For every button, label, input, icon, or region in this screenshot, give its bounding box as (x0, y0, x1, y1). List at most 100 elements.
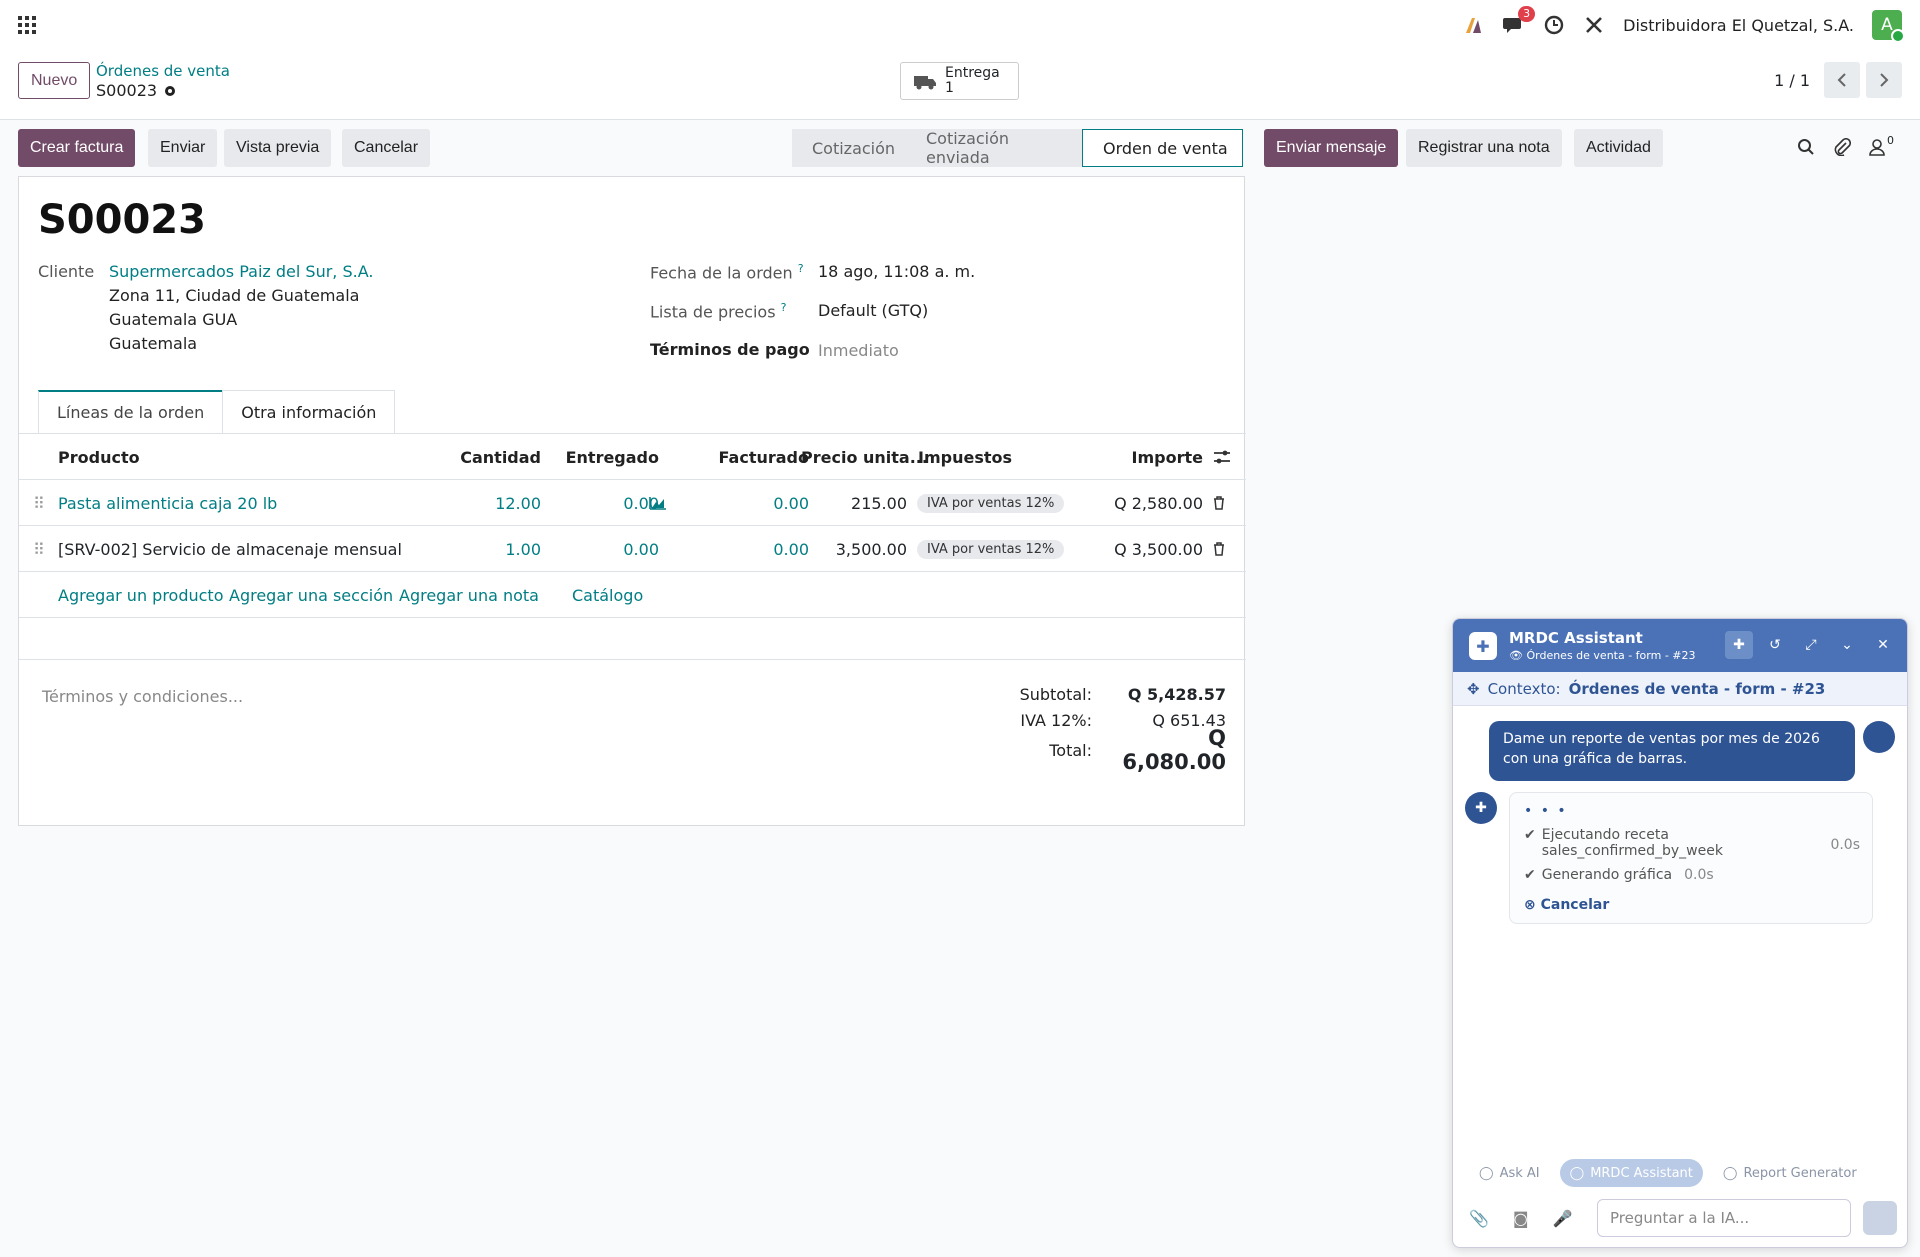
stage-sale-order[interactable]: Orden de venta (1082, 129, 1243, 167)
pager-value[interactable]: 1 / 1 (1774, 71, 1810, 90)
delivery-smart-button[interactable]: Entrega 1 (900, 62, 1019, 100)
chat-bubble-icon: ◯ (1479, 1165, 1494, 1181)
mode-mrdc-assistant[interactable]: ◯ MRDC Assistant (1559, 1159, 1703, 1187)
chat-bubble-icon: ◯ (1722, 1165, 1738, 1181)
trash-icon[interactable] (1213, 480, 1225, 526)
check-icon: ✔ (1524, 867, 1536, 883)
terms-conditions-field[interactable]: Términos y condiciones... (42, 687, 243, 706)
user-avatar[interactable]: A (1872, 10, 1905, 43)
paperclip-icon[interactable] (1833, 138, 1851, 156)
pager-previous-icon[interactable] (1824, 62, 1860, 98)
cancel-order-button[interactable]: Cancelar (342, 129, 431, 167)
form-sheet: S00023 Cliente Supermercados Paiz del Su… (18, 176, 1246, 826)
search-icon[interactable] (1797, 138, 1815, 156)
messages-icon[interactable]: 3 (1503, 6, 1536, 36)
address-line-3: Guatemala (109, 334, 198, 353)
col-product[interactable]: Producto (58, 434, 140, 480)
col-delivered[interactable]: Entregado (541, 434, 659, 480)
totals-panel: Subtotal: Q 5,428.57 IVA 12%: Q 651.43 Tot… (1002, 681, 1226, 775)
assistant-logo-icon: ✚ (1469, 632, 1497, 660)
typing-dots-icon: • • • (1524, 803, 1568, 819)
camera-icon[interactable]: ◙ (1513, 1209, 1529, 1228)
record-name: S00023 (96, 81, 158, 100)
payment-terms-label: Términos de pago (650, 340, 810, 359)
col-invoiced[interactable]: Facturado (679, 434, 809, 480)
history-icon[interactable]: ↺ (1761, 631, 1789, 659)
minimize-icon[interactable]: ⌄ (1833, 631, 1861, 659)
company-name[interactable]: Distribuidora El Quetzal, S.A. (1623, 16, 1854, 35)
followers-button[interactable]: 0 (1869, 134, 1894, 156)
line-quantity[interactable]: 12.00 (399, 480, 541, 526)
chat-input[interactable]: Preguntar a la IA... (1597, 1199, 1851, 1237)
line-product[interactable]: [SRV-002] Servicio de almacenaje mensual (58, 526, 402, 572)
close-icon[interactable]: ✕ (1869, 631, 1897, 659)
table-row[interactable]: ⠿ Pasta alimenticia caja 20 lb 12.00 0.0… (19, 480, 1246, 526)
col-taxes[interactable]: Impuestos (918, 434, 1012, 480)
tax-tag[interactable]: IVA por ventas 12% (917, 539, 1065, 559)
gear-icon[interactable] (163, 84, 177, 98)
apps-menu-icon[interactable] (18, 16, 36, 34)
pager-next-icon[interactable] (1866, 62, 1902, 98)
tab-order-lines[interactable]: Líneas de la orden (38, 390, 224, 434)
breadcrumb-current: S00023 (96, 81, 177, 100)
followers-count: 0 (1887, 134, 1894, 147)
microphone-icon[interactable]: 🎤 (1552, 1209, 1572, 1228)
send-spinner-icon[interactable] (1863, 1201, 1897, 1235)
add-product-link[interactable]: Agregar un producto (58, 572, 224, 618)
create-invoice-button[interactable]: Crear factura (18, 129, 136, 167)
col-quantity[interactable]: Cantidad (399, 434, 541, 480)
control-panel: Nuevo Órdenes de venta S00023 Entrega 1 1… (0, 50, 1920, 120)
line-unit-price[interactable]: 215.00 (779, 480, 907, 526)
stage-quotation-sent[interactable]: Cotización enviada (906, 129, 1082, 167)
drag-handle-icon[interactable]: ⠿ (33, 526, 45, 572)
table-header: Producto Cantidad Entregado Facturado Pr… (19, 434, 1246, 480)
messages-badge: 3 (1518, 6, 1536, 22)
order-date-value[interactable]: 18 ago, 11:08 a. m. (818, 262, 975, 281)
chat-bubble-icon: ◯ (1569, 1165, 1585, 1181)
col-amount[interactable]: Importe (1079, 434, 1203, 480)
new-chat-icon[interactable]: ✚ (1725, 631, 1753, 659)
tab-other-info[interactable]: Otra información (222, 390, 396, 434)
tax-tag[interactable]: IVA por ventas 12% (917, 493, 1065, 513)
mode-report-generator[interactable]: ◯ Report Generator (1713, 1159, 1867, 1187)
customer-link[interactable]: Supermercados Paiz del Sur, S.A. (109, 262, 373, 281)
line-quantity[interactable]: 1.00 (399, 526, 541, 572)
table-row[interactable]: ⠿ [SRV-002] Servicio de almacenaje mensu… (19, 526, 1246, 572)
subtotal-value: Q 5,428.57 (1127, 684, 1226, 704)
new-button[interactable]: Nuevo (18, 62, 91, 99)
pricelist-value[interactable]: Default (GTQ) (818, 301, 928, 320)
optional-columns-icon[interactable] (1213, 434, 1231, 480)
add-note-link[interactable]: Agregar una nota (399, 572, 539, 618)
send-message-button[interactable]: Enviar mensaje (1264, 129, 1399, 167)
pricelist-label: Lista de precios ? (650, 301, 787, 322)
drag-handle-icon[interactable]: ⠿ (33, 480, 45, 526)
catalog-link[interactable]: Catálogo (572, 572, 643, 618)
trash-icon[interactable] (1213, 526, 1225, 572)
add-section-link[interactable]: Agregar una sección (229, 572, 393, 618)
line-unit-price[interactable]: 3,500.00 (779, 526, 907, 572)
line-delivered[interactable]: 0.00 (541, 480, 659, 526)
step-run-recipe-time: 0.0s (1830, 837, 1860, 853)
user-message-bubble: Dame un reporte de ventas por mes de 202… (1489, 721, 1855, 781)
col-unit-price[interactable]: Precio unita... (801, 434, 928, 480)
navbar-systray: 3 Distribuidora El Quetzal, S.A. A (1463, 6, 1905, 43)
attach-icon[interactable]: 📎 (1469, 1209, 1489, 1228)
send-button[interactable]: Enviar (148, 129, 218, 167)
tools-icon[interactable] (1583, 14, 1605, 36)
payment-terms-value[interactable]: Inmediato (818, 341, 899, 360)
cancel-generation-button[interactable]: ⊗ Cancelar (1524, 897, 1609, 913)
breadcrumb-sale-orders[interactable]: Órdenes de venta (96, 62, 230, 80)
stage-quotation[interactable]: Cotización (792, 129, 906, 167)
expand-icon[interactable]: ⤢ (1797, 631, 1825, 659)
log-note-button[interactable]: Registrar una nota (1406, 129, 1562, 167)
forecast-chart-icon[interactable] (649, 480, 667, 526)
clock-icon[interactable] (1543, 14, 1565, 36)
ai-logo-icon[interactable] (1463, 14, 1485, 36)
activity-button[interactable]: Actividad (1574, 129, 1663, 167)
line-product[interactable]: Pasta alimenticia caja 20 lb (58, 480, 277, 526)
mode-ask-ai[interactable]: ◯ Ask AI (1469, 1159, 1550, 1187)
line-delivered[interactable]: 0.00 (541, 526, 659, 572)
preview-button[interactable]: Vista previa (224, 129, 332, 167)
table-add-actions: Agregar un producto Agregar una sección … (19, 572, 1246, 618)
step-generate-chart: ✔ Generando gráfica 0.0s (1524, 867, 1714, 883)
